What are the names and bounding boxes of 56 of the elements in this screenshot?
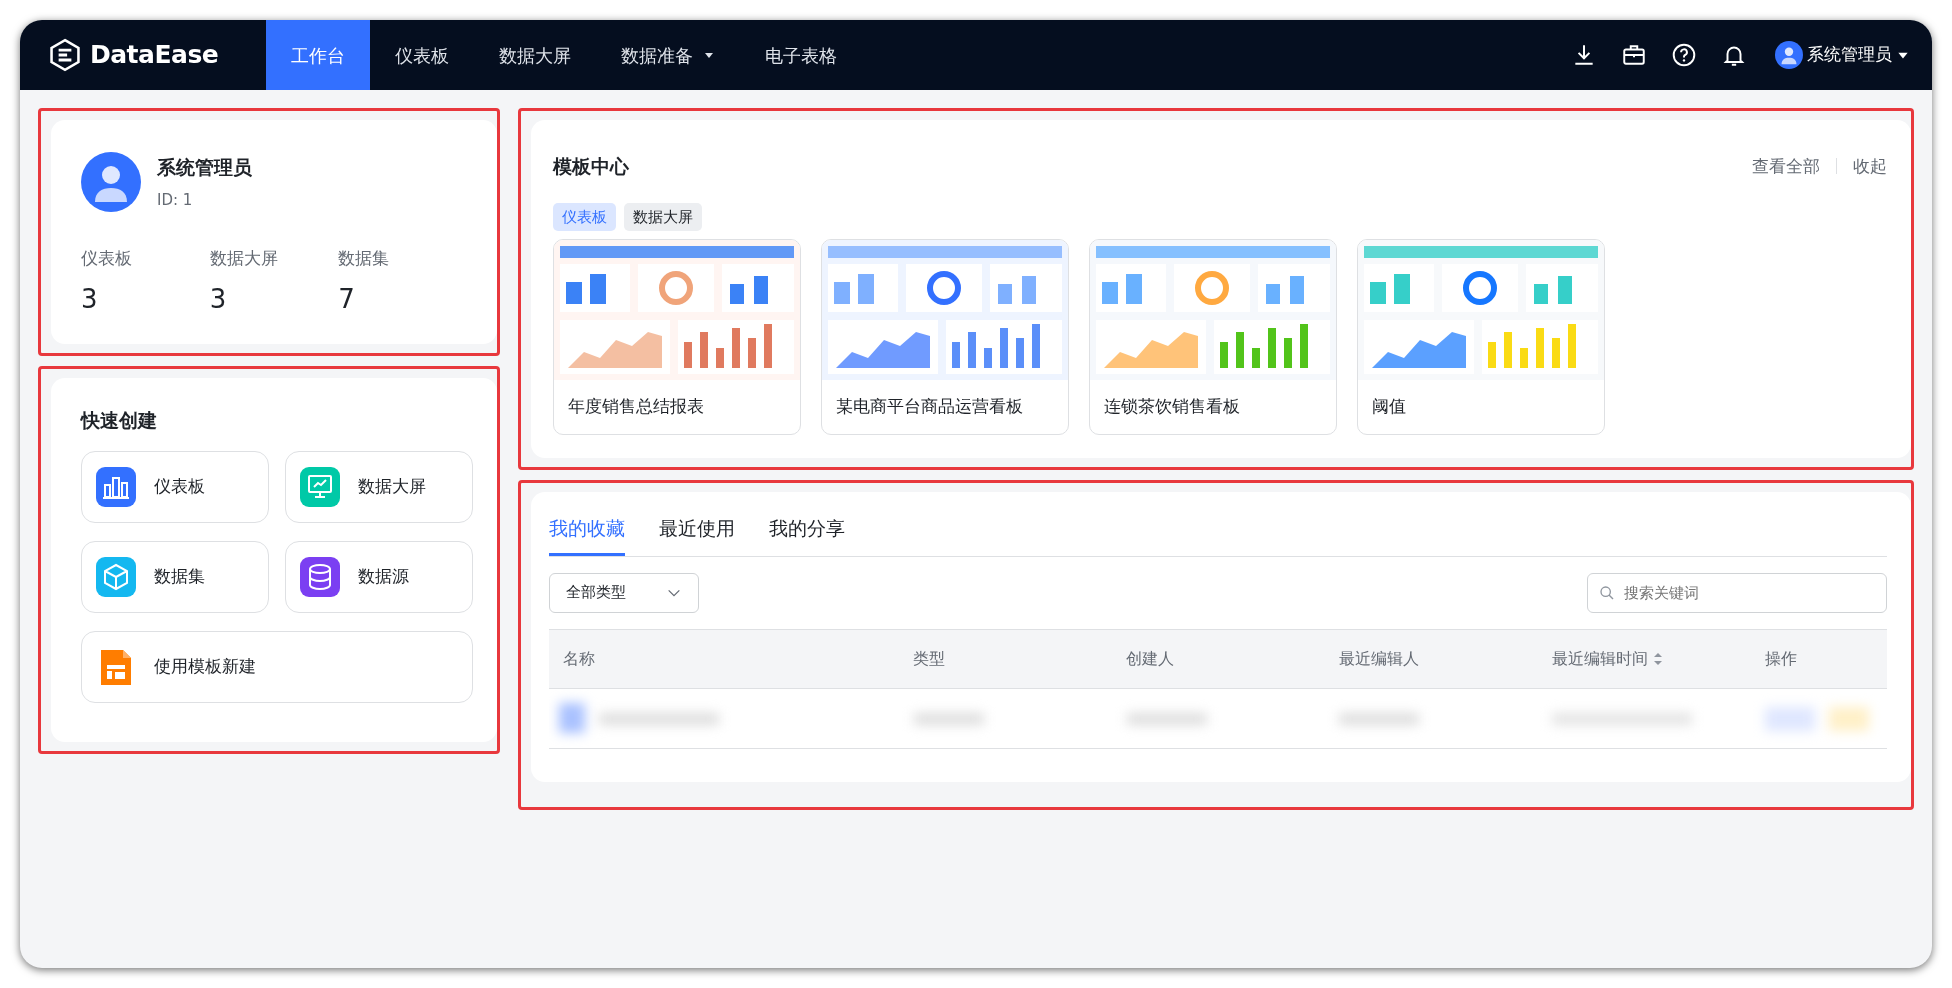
section-title: 快速创建 [81,408,158,433]
stat-value: 3 [81,282,99,316]
create-button[interactable]: 数据源 [285,540,473,613]
logo-icon [48,37,82,73]
create-button[interactable]: 仪表板 [81,450,269,523]
sort-icon [1652,650,1664,667]
template-card[interactable]: 某电商平台商品运营看板 [821,239,1069,435]
monitor-icon [300,466,340,507]
filter-tag[interactable]: 仪表板 [553,202,616,231]
section-title: 模板中心 [553,154,629,179]
tab[interactable]: 最近使用 [659,508,735,556]
logo-text: DataEase [90,39,219,72]
template-card[interactable]: 阈值 [1357,239,1605,435]
column-header: 类型 [913,647,945,670]
user-id: ID: 1 [157,190,194,211]
filter-tag[interactable]: 数据大屏 [624,202,702,231]
template-card[interactable]: 连锁茶饮销售看板 [1089,239,1337,435]
avatar-icon [1775,41,1803,69]
template-title: 连锁茶饮销售看板 [1103,395,1241,418]
stat-value: 7 [338,282,356,316]
header-link[interactable]: 查看全部 [1752,153,1820,179]
stat-label: 仪表板 [81,247,133,270]
column-header: 最近编辑人 [1339,647,1419,670]
tab[interactable]: 我的收藏 [549,508,625,556]
stat-label: 数据集 [338,247,391,270]
column-header: 最近编辑时间 [1552,647,1648,670]
user-name: 系统管理员 [157,154,252,180]
stat-value: 3 [209,282,228,316]
avatar-icon [81,152,141,212]
help-icon [1671,42,1697,68]
nav-tab[interactable]: 仪表板 [370,20,475,90]
search-icon [1599,584,1615,601]
template-title: 年度销售总结报表 [567,395,705,418]
chart-icon [96,466,136,507]
nav-tab[interactable]: 工作台 [266,20,371,90]
tab[interactable]: 我的分享 [769,508,845,556]
type-select[interactable]: 全部类型 [549,572,699,613]
column-header: 创建人 [1126,647,1174,670]
cube-icon [96,556,136,597]
nav-tab[interactable]: 数据大屏 [474,20,597,90]
search-field[interactable]: 搜索关键词 [1587,572,1887,613]
column-header: 名称 [563,647,595,670]
template-card[interactable]: 年度销售总结报表 [553,239,801,435]
stat-label: 数据大屏 [209,247,279,270]
user-menu[interactable]: 系统管理员 [1775,41,1910,69]
create-button[interactable]: 数据集 [81,540,269,613]
toolbox-icon [1621,42,1647,68]
column-header: 操作 [1765,647,1797,670]
database-icon [300,556,340,597]
create-button[interactable]: 数据大屏 [285,450,473,523]
template-title: 某电商平台商品运营看板 [835,395,1024,418]
template-title: 阈值 [1371,395,1407,418]
nav-tab[interactable]: 数据准备 [596,20,741,90]
header-link[interactable]: 收起 [1853,153,1887,179]
create-button[interactable]: 使用模板新建 [81,630,473,703]
nav-tab[interactable]: 电子表格 [740,20,863,90]
